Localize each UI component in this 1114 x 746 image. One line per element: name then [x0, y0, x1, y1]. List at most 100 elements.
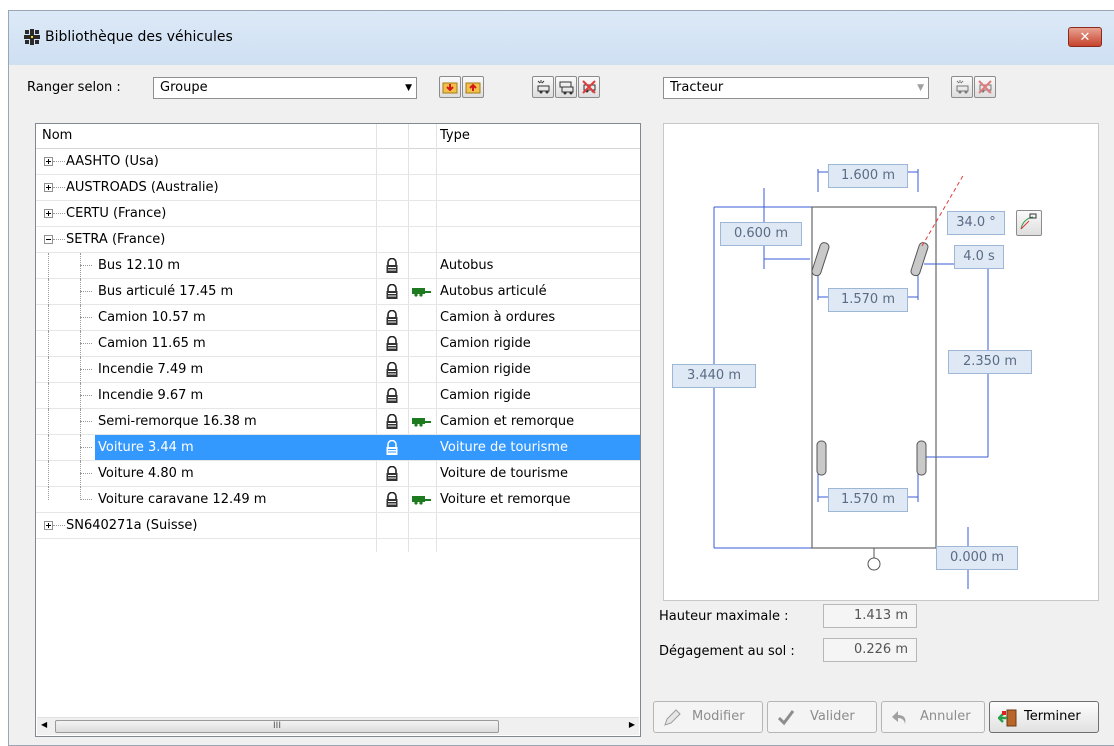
scroll-left-icon[interactable]: ◀ — [41, 720, 47, 729]
tree-connector — [80, 305, 81, 331]
vehicle-unit-combo[interactable]: Tracteur ▼ — [663, 77, 929, 99]
dim-wheelbase[interactable]: 2.350 m — [948, 350, 1032, 374]
sort-combo[interactable]: Groupe ▼ — [153, 77, 417, 99]
tree-connector — [80, 409, 81, 435]
tree-connector — [53, 161, 65, 162]
steering-graph-button[interactable] — [1016, 210, 1042, 236]
tree-connector — [80, 265, 92, 266]
tree-connector — [48, 305, 49, 331]
scroll-right-icon[interactable]: ▶ — [629, 720, 635, 729]
tree-connector — [48, 253, 49, 279]
expand-icon[interactable] — [44, 521, 53, 530]
dim-width[interactable]: 1.600 m — [828, 164, 908, 188]
tree-item-row[interactable]: Bus 12.10 m Autobus — [36, 253, 640, 279]
tree-connector — [80, 331, 81, 357]
steering-curve-icon — [1020, 213, 1037, 230]
tree-item-label: Voiture caravane 12.49 m — [98, 492, 267, 507]
tree-item-type: Camion à ordures — [440, 310, 556, 325]
tree-item-type: Voiture de tourisme — [440, 440, 569, 455]
tree-item-row[interactable]: Camion 10.57 m Camion à ordures — [36, 305, 640, 331]
tree-item-row[interactable]: Incendie 7.49 m Camion rigide — [36, 357, 640, 383]
tree-item-type: Voiture de tourisme — [440, 466, 569, 481]
lock-icon — [386, 492, 398, 507]
cancel-button[interactable]: Annuler — [881, 701, 985, 733]
tree-item-row[interactable]: Voiture caravane 12.49 m Voiture et remor… — [36, 487, 640, 513]
tree-connector — [80, 317, 92, 318]
copy-vehicle-button[interactable] — [555, 76, 577, 98]
tree-group-row[interactable]: SN640271a (Suisse) — [36, 513, 640, 539]
tree-connector — [53, 239, 65, 240]
lock-icon — [386, 284, 398, 299]
horizontal-scrollbar[interactable]: ◀ III ▶ — [37, 717, 639, 735]
tree-connector — [48, 461, 49, 487]
vehicle-diagram: 1.600 m 0.600 m 34.0 ° 4.0 s 1.570 m 2.3… — [663, 123, 1099, 601]
trailer-icon — [412, 496, 431, 505]
collapse-icon[interactable] — [44, 235, 53, 244]
tree-item-row[interactable]: Bus articulé 17.45 m Autobus articulé — [36, 279, 640, 305]
new-vehicle-button[interactable] — [532, 76, 554, 98]
ground-clearance-label: Dégagement au sol : — [659, 644, 795, 659]
tree-group-label: AUSTROADS (Australie) — [66, 180, 219, 195]
move-down-button[interactable] — [439, 76, 461, 98]
delete-unit-button[interactable] — [974, 76, 996, 98]
tree-connector — [80, 435, 81, 461]
dim-hitch[interactable]: 0.000 m — [936, 546, 1018, 570]
tree-item-type: Camion rigide — [440, 388, 531, 403]
dim-total-length[interactable]: 3.440 m — [672, 364, 756, 388]
tree-item-label: Incendie 9.67 m — [98, 388, 204, 403]
tree-connector — [48, 487, 49, 500]
max-height-label: Hauteur maximale : — [659, 609, 789, 624]
validate-button[interactable]: Valider — [767, 701, 877, 733]
tree-group-row[interactable]: CERTU (France) — [36, 201, 640, 227]
tree-item-type: Camion et remorque — [440, 414, 575, 429]
tree-item-row[interactable]: Voiture 4.80 m Voiture de tourisme — [36, 461, 640, 487]
column-header-name[interactable]: Nom — [42, 124, 72, 148]
tree-connector — [80, 343, 92, 344]
tree-item-type: Voiture et remorque — [440, 492, 571, 507]
expand-icon[interactable] — [44, 209, 53, 218]
tree-connector — [80, 421, 92, 422]
tree-group-row[interactable]: AASHTO (Usa) — [36, 149, 640, 175]
lock-icon — [386, 440, 398, 455]
tree-connector — [48, 435, 49, 461]
max-height-field: 1.413 m — [823, 604, 917, 628]
tree-group-row[interactable]: AUSTROADS (Australie) — [36, 175, 640, 201]
tree-item-row[interactable]: Camion 11.65 m Camion rigide — [36, 331, 640, 357]
dim-front-track[interactable]: 1.570 m — [828, 288, 908, 312]
column-header-type[interactable]: Type — [440, 124, 470, 148]
sort-combo-value: Groupe — [160, 80, 208, 95]
tree-item-row[interactable]: Incendie 9.67 m Camion rigide — [36, 383, 640, 409]
finish-button[interactable]: Terminer — [989, 701, 1099, 733]
dim-rear-track[interactable]: 1.570 m — [828, 488, 908, 512]
delete-unit-icon — [978, 80, 992, 94]
modify-button[interactable]: Modifier — [653, 701, 763, 733]
lock-icon — [386, 310, 398, 325]
undo-icon — [892, 711, 906, 724]
tree-item-type: Camion rigide — [440, 336, 531, 351]
scrollbar-thumb[interactable]: III — [55, 720, 499, 733]
pencil-icon — [664, 709, 681, 726]
lock-icon — [386, 336, 398, 351]
tree-item-type: Autobus articulé — [440, 284, 547, 299]
lock-icon — [386, 414, 398, 429]
dim-front-overhang[interactable]: 0.600 m — [720, 222, 802, 246]
tree-connector — [53, 525, 65, 526]
expand-icon[interactable] — [44, 183, 53, 192]
tree-item-row[interactable]: Semi-remorque 16.38 m Camion et remorque — [36, 409, 640, 435]
new-unit-button[interactable] — [951, 76, 973, 98]
tree-item-row[interactable]: Voiture 3.44 m Voiture de tourisme — [36, 435, 640, 461]
dim-steer-angle[interactable]: 34.0 ° — [947, 211, 1005, 235]
tree-connector — [48, 357, 49, 383]
dim-steer-time[interactable]: 4.0 s — [954, 245, 1004, 269]
delete-vehicle-button[interactable] — [578, 76, 600, 98]
vehicle-tree[interactable]: Nom Type AASHTO (Usa) AUSTROADS (Australi… — [35, 123, 641, 737]
tree-item-label: Semi-remorque 16.38 m — [98, 414, 257, 429]
tree-group-row[interactable]: SETRA (France) — [36, 227, 640, 253]
close-button[interactable]: ✕ — [1068, 27, 1102, 47]
expand-icon[interactable] — [44, 157, 53, 166]
folder-down-icon — [442, 82, 458, 94]
vehicle-drawing — [713, 169, 989, 589]
move-up-button[interactable] — [462, 76, 484, 98]
tree-connector — [80, 357, 81, 383]
lock-icon — [386, 362, 398, 377]
